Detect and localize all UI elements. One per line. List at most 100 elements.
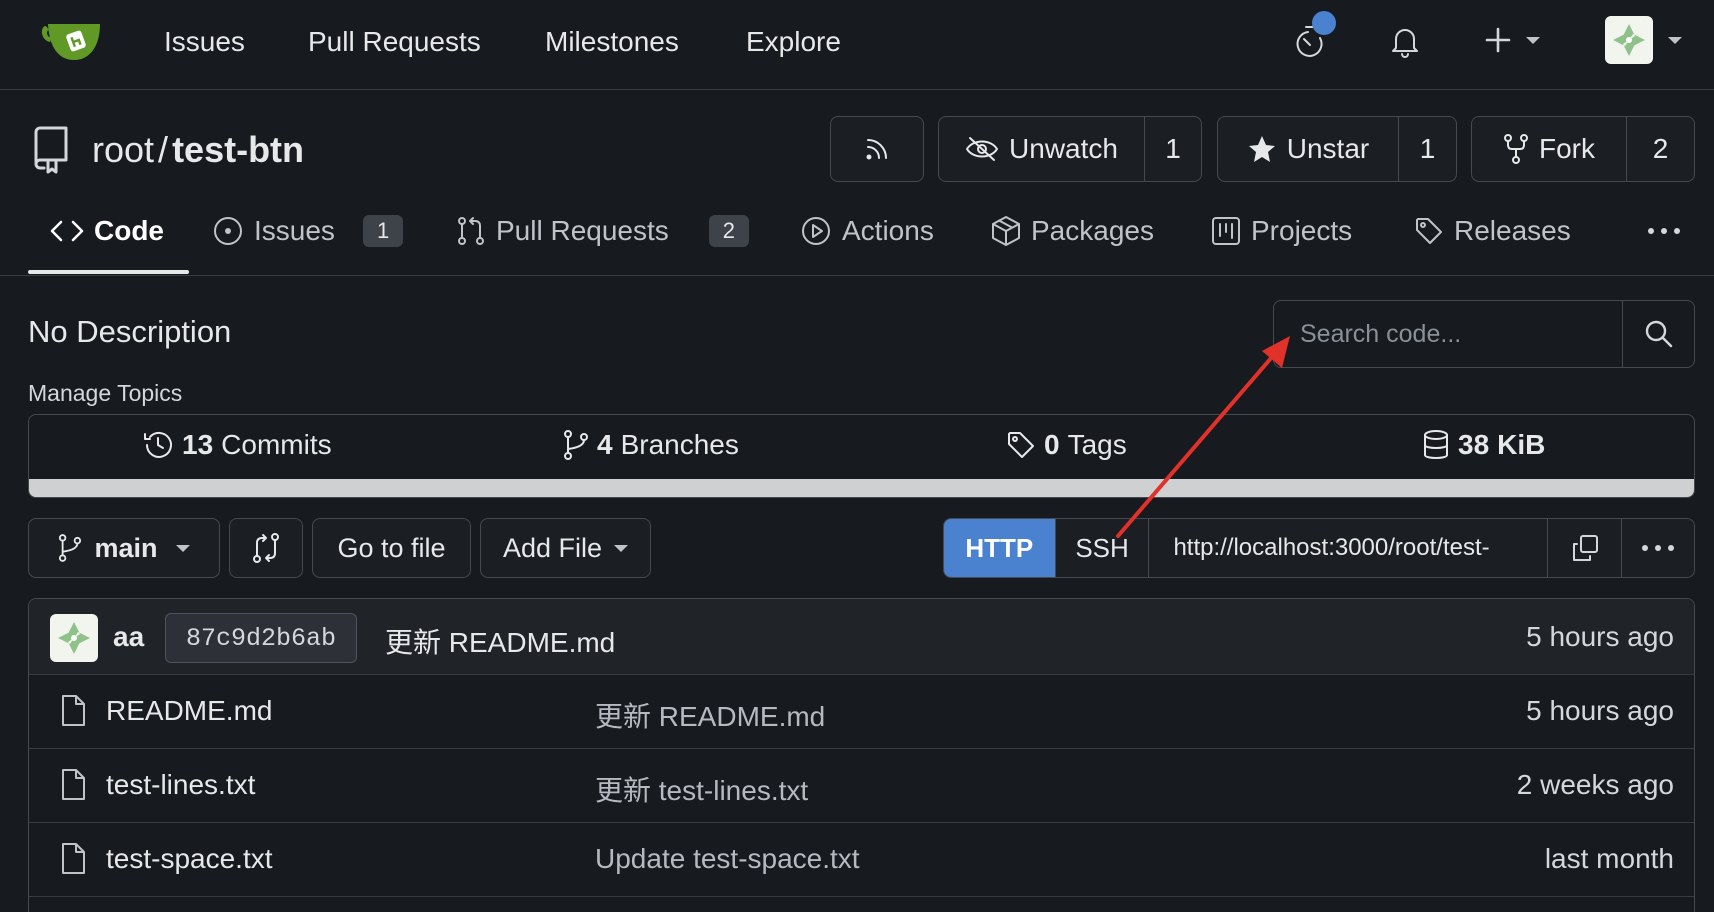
file-commit-message[interactable]: Update test-space.txt — [595, 843, 860, 875]
compare-button[interactable] — [229, 518, 303, 578]
create-new-button[interactable] — [1484, 26, 1540, 54]
issue-opened-icon — [214, 217, 242, 245]
manage-topics-link[interactable]: Manage Topics — [28, 380, 182, 407]
fork-icon — [1504, 134, 1528, 164]
unwatch-button[interactable]: Unwatch 1 — [938, 116, 1202, 182]
repo-icon — [30, 124, 72, 174]
unstar-label: Unstar — [1286, 133, 1370, 164]
commit-author[interactable]: aa — [113, 621, 144, 653]
chevron-down-icon — [1526, 36, 1540, 44]
forks-count[interactable]: 2 — [1626, 117, 1694, 181]
copy-icon — [1572, 535, 1598, 561]
fork-button[interactable]: Fork 2 — [1471, 116, 1695, 182]
branches-stat[interactable]: 4 Branches — [563, 429, 739, 461]
tab-actions[interactable]: Actions — [800, 214, 934, 248]
commits-stat[interactable]: 13 Commits — [142, 429, 332, 461]
tags-stat[interactable]: 0 Tags — [1006, 429, 1127, 461]
bell-icon[interactable] — [1389, 24, 1421, 58]
repo-owner-link[interactable]: root — [92, 129, 154, 170]
code-icon — [50, 220, 84, 242]
file-name-link[interactable]: README.md — [106, 695, 272, 727]
file-icon — [59, 842, 87, 876]
pull-request-icon — [458, 217, 484, 245]
unstar-button[interactable]: Unstar 1 — [1217, 116, 1457, 182]
tags-count: 0 — [1044, 429, 1060, 460]
clone-panel: HTTP SSH http://localhost:3000/root/test… — [943, 518, 1695, 578]
commits-count: 13 — [182, 429, 214, 460]
pull-requests-count-badge: 2 — [708, 215, 750, 247]
tab-packages-label: Packages — [1031, 215, 1154, 246]
package-icon — [992, 216, 1020, 246]
top-navbar: Issues Pull Requests Milestones Explore — [0, 0, 1714, 90]
history-icon — [144, 431, 172, 458]
clone-more-button[interactable] — [1622, 519, 1694, 577]
kebab-horizontal-icon — [1642, 545, 1675, 551]
search-icon — [1645, 320, 1672, 348]
plus-icon — [1485, 27, 1511, 53]
active-tab-underline — [28, 270, 189, 274]
repo-stats-bar: 13 Commits 4 Branches 0 Tags 38 KiB — [28, 414, 1695, 498]
user-menu-chevron-icon[interactable] — [1668, 37, 1682, 44]
tab-code-label: Code — [94, 215, 164, 246]
nav-explore-link[interactable]: Explore — [746, 24, 841, 60]
clone-ssh-button[interactable]: SSH — [1056, 519, 1150, 577]
file-icon — [59, 694, 87, 728]
nav-issues-link[interactable]: Issues — [164, 24, 245, 60]
commit-message[interactable]: 更新 README.md — [385, 621, 615, 661]
git-branch-icon — [59, 534, 82, 562]
repo-title: root / test-btn — [92, 128, 304, 172]
language-stats-bar[interactable] — [29, 479, 1694, 497]
nav-pull-requests-link[interactable]: Pull Requests — [308, 24, 481, 60]
tag-icon — [1416, 218, 1442, 244]
play-icon — [802, 217, 830, 245]
branch-selector[interactable]: main — [28, 518, 220, 578]
stars-count[interactable]: 1 — [1398, 117, 1456, 181]
file-commit-message[interactable]: 更新 test-lines.txt — [595, 769, 808, 809]
file-name-link[interactable]: test-space.txt — [106, 843, 273, 875]
go-to-file-button[interactable]: Go to file — [312, 518, 471, 578]
table-row: test-lines.txt 更新 test-lines.txt 2 weeks… — [29, 749, 1694, 823]
nav-milestones-link[interactable]: Milestones — [545, 24, 679, 60]
commit-author-avatar[interactable] — [50, 614, 98, 662]
kebab-horizontal-icon — [1648, 228, 1680, 234]
file-commit-time: 2 weeks ago — [1516, 769, 1674, 800]
code-search — [1273, 300, 1695, 368]
star-icon — [1248, 136, 1275, 162]
tab-projects[interactable]: Projects — [1211, 214, 1352, 248]
latest-commit-row: aa 87c9d2b6ab 更新 README.md 5 hours ago — [29, 599, 1694, 675]
fork-label: Fork — [1539, 133, 1595, 164]
add-file-dropdown[interactable]: Add File — [480, 518, 651, 578]
rss-icon — [866, 139, 887, 160]
issues-count-badge: 1 — [362, 215, 404, 247]
chevron-down-icon — [614, 544, 629, 552]
project-board-icon — [1212, 217, 1240, 245]
file-name-link[interactable]: test-lines.txt — [106, 769, 255, 801]
file-commit-message[interactable]: 更新 README.md — [595, 695, 825, 735]
tab-pull-requests[interactable]: Pull Requests 2 — [456, 214, 750, 248]
repo-size-value: 38 — [1458, 429, 1490, 460]
code-search-button[interactable] — [1622, 301, 1694, 367]
tab-issues[interactable]: Issues 1 — [212, 214, 404, 248]
file-commit-time: 5 hours ago — [1526, 695, 1674, 726]
branches-label: Branches — [620, 429, 739, 460]
clone-url-input[interactable]: http://localhost:3000/root/test- — [1149, 519, 1549, 577]
tab-packages[interactable]: Packages — [991, 214, 1154, 248]
tabs-more-button[interactable] — [1647, 214, 1681, 248]
user-avatar[interactable] — [1605, 16, 1653, 64]
tab-actions-label: Actions — [842, 215, 934, 246]
copy-url-button[interactable] — [1548, 519, 1623, 577]
clone-http-button[interactable]: HTTP — [944, 519, 1056, 577]
watchers-count[interactable]: 1 — [1144, 117, 1201, 181]
gitea-logo-icon[interactable] — [40, 18, 106, 64]
tab-code[interactable]: Code — [50, 214, 164, 248]
stopwatch-active-dot — [1312, 11, 1336, 35]
tab-releases-label: Releases — [1454, 215, 1571, 246]
tab-releases[interactable]: Releases — [1414, 214, 1571, 248]
git-branch-icon — [564, 430, 588, 460]
commit-sha-link[interactable]: 87c9d2b6ab — [165, 613, 358, 663]
rss-feed-button[interactable] — [830, 116, 924, 182]
repo-title-separator: / — [158, 129, 169, 170]
commit-time: 5 hours ago — [1526, 621, 1674, 652]
code-search-input[interactable] — [1274, 301, 1622, 367]
repo-name-link[interactable]: test-btn — [172, 129, 304, 170]
